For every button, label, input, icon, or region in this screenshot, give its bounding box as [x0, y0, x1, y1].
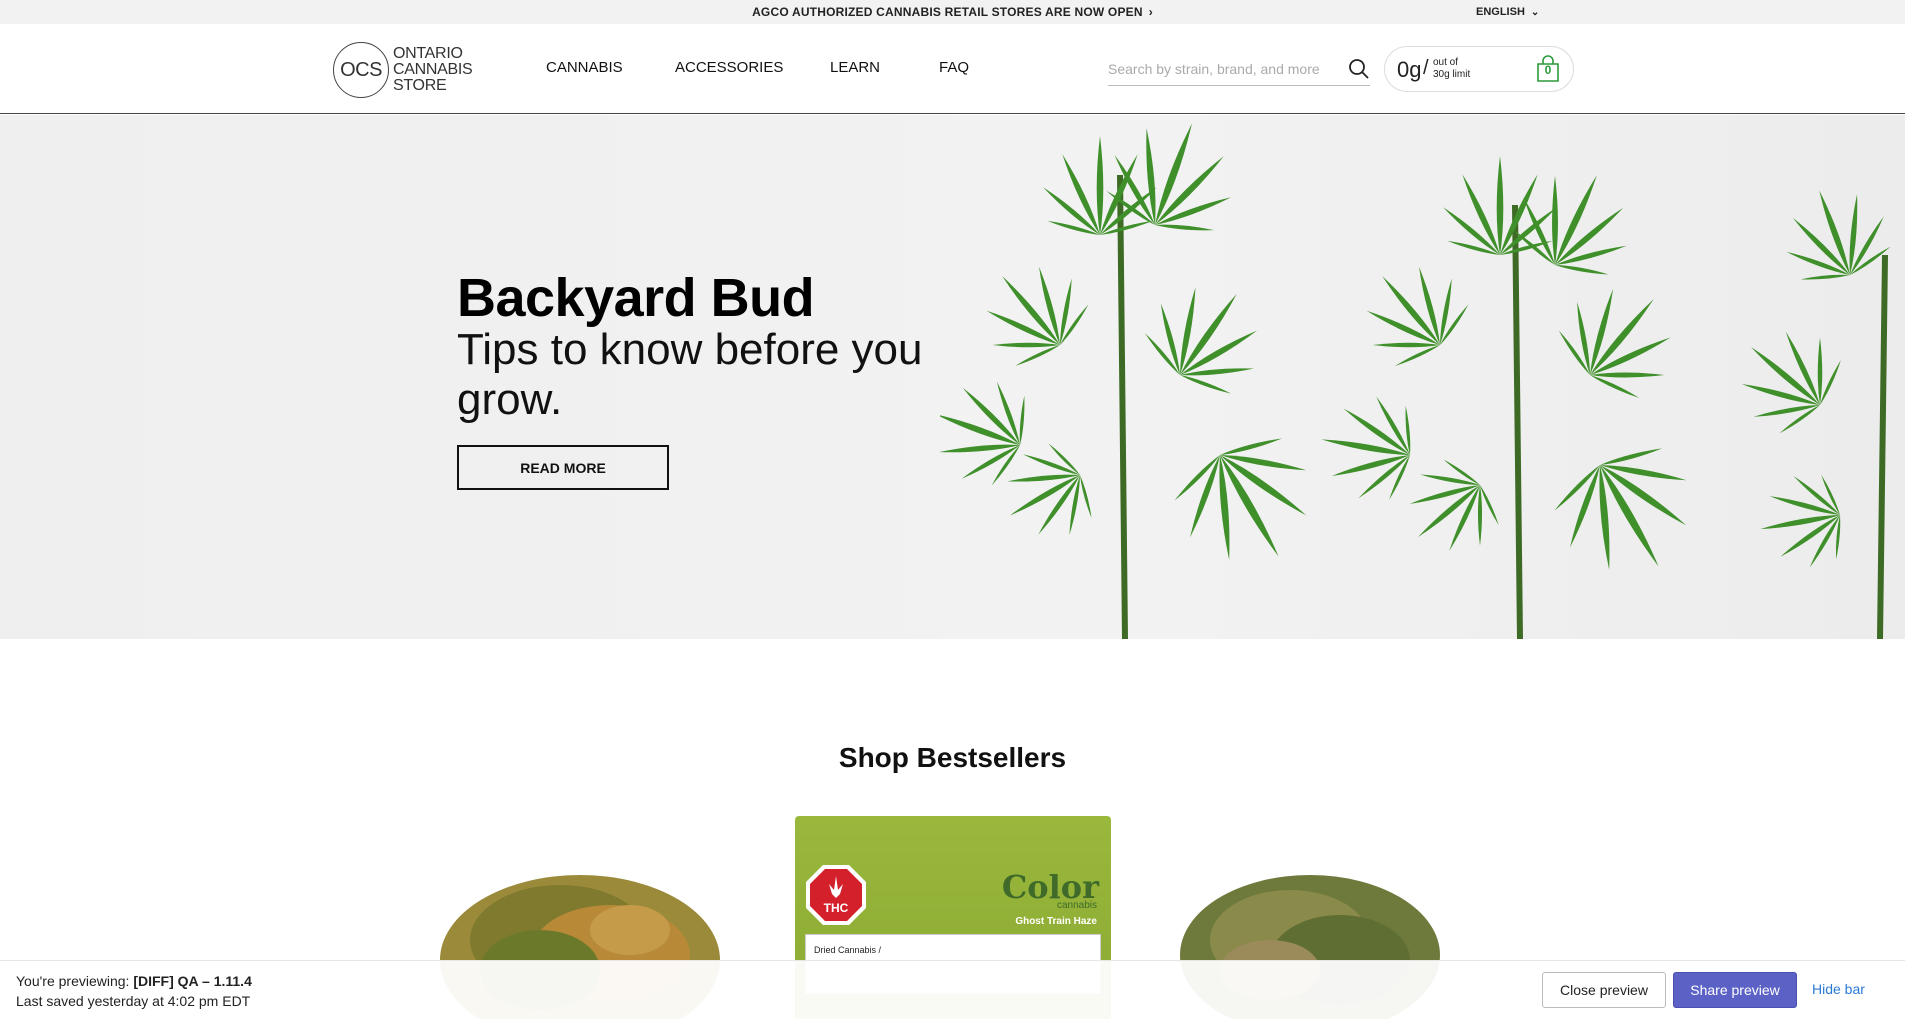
preview-bar: You're previewing: [DIFF] QA – 1.11.4 La… [0, 960, 1905, 1019]
previewing-name: [DIFF] QA – 1.11.4 [133, 973, 252, 989]
search-bar [1108, 52, 1370, 86]
language-selector[interactable]: ENGLISH ⌄ [1476, 6, 1539, 18]
thc-label: THC [824, 901, 849, 915]
site-header: OCS ONTARIO CANNABIS STORE CANNABIS ACCE… [0, 24, 1905, 114]
search-icon[interactable] [1348, 58, 1370, 80]
nav-learn[interactable]: LEARN [830, 59, 880, 76]
read-more-button[interactable]: READ MORE [457, 445, 669, 490]
grams-in-cart: 0g [1397, 57, 1422, 82]
share-preview-button[interactable]: Share preview [1673, 972, 1797, 1008]
limit-out-of: out of [1433, 57, 1459, 68]
bestsellers-title: Shop Bestsellers [838, 742, 1067, 773]
logo-abbr: OCS [340, 59, 382, 81]
purchase-limit-widget[interactable]: 0g / out of 30g limit 0 [1384, 46, 1574, 92]
hero-title: Backyard Bud [457, 268, 815, 328]
chevron-right-icon: › [1148, 5, 1153, 19]
hero-subtitle: Tips to know before you grow. [457, 325, 923, 424]
close-preview-button[interactable]: Close preview [1542, 972, 1666, 1008]
limit-text: out of 30g limit [1433, 57, 1470, 81]
previewing-info: You're previewing: [DIFF] QA – 1.11.4 [16, 973, 252, 989]
announcement-bar: AGCO AUTHORIZED CANNABIS RETAIL STORES A… [0, 0, 1905, 24]
hero-banner: Backyard Bud Tips to know before you gro… [0, 115, 1905, 639]
language-label[interactable]: ENGLISH [1476, 6, 1525, 18]
limit-separator: / [1423, 57, 1429, 79]
package-brand-sub: cannabis [1056, 900, 1097, 911]
nav-accessories[interactable]: ACCESSORIES [675, 59, 783, 76]
chevron-down-icon: ⌄ [1530, 7, 1540, 18]
hide-bar-link[interactable]: Hide bar [1812, 981, 1865, 997]
logo[interactable]: OCS ONTARIO CANNABIS STORE [333, 42, 493, 98]
nav-faq[interactable]: FAQ [939, 59, 969, 76]
package-strain: Ghost Train Haze [1015, 916, 1097, 927]
limit-amount: 30g limit [1433, 69, 1471, 80]
last-saved: Last saved yesterday at 4:02 pm EDT [16, 993, 251, 1009]
announcement-link[interactable]: AGCO AUTHORIZED CANNABIS RETAIL STORES A… [0, 5, 1905, 19]
cannabis-plants-image [940, 115, 1905, 639]
previewing-label: You're previewing: [16, 973, 130, 989]
package-label-text: Dried Cannabis / [814, 945, 882, 955]
thc-warning-icon: THC [806, 865, 866, 925]
logo-line-3: STORE [393, 77, 447, 94]
cart-count: 0 [1544, 63, 1552, 77]
nav-cannabis[interactable]: CANNABIS [546, 59, 623, 76]
logo-line-2: CANNABIS [393, 61, 473, 78]
announcement-text[interactable]: AGCO AUTHORIZED CANNABIS RETAIL STORES A… [752, 5, 1143, 19]
search-input[interactable] [1108, 56, 1328, 82]
logo-name: ONTARIO CANNABIS STORE [393, 45, 473, 94]
logo-line-1: ONTARIO [393, 45, 463, 62]
